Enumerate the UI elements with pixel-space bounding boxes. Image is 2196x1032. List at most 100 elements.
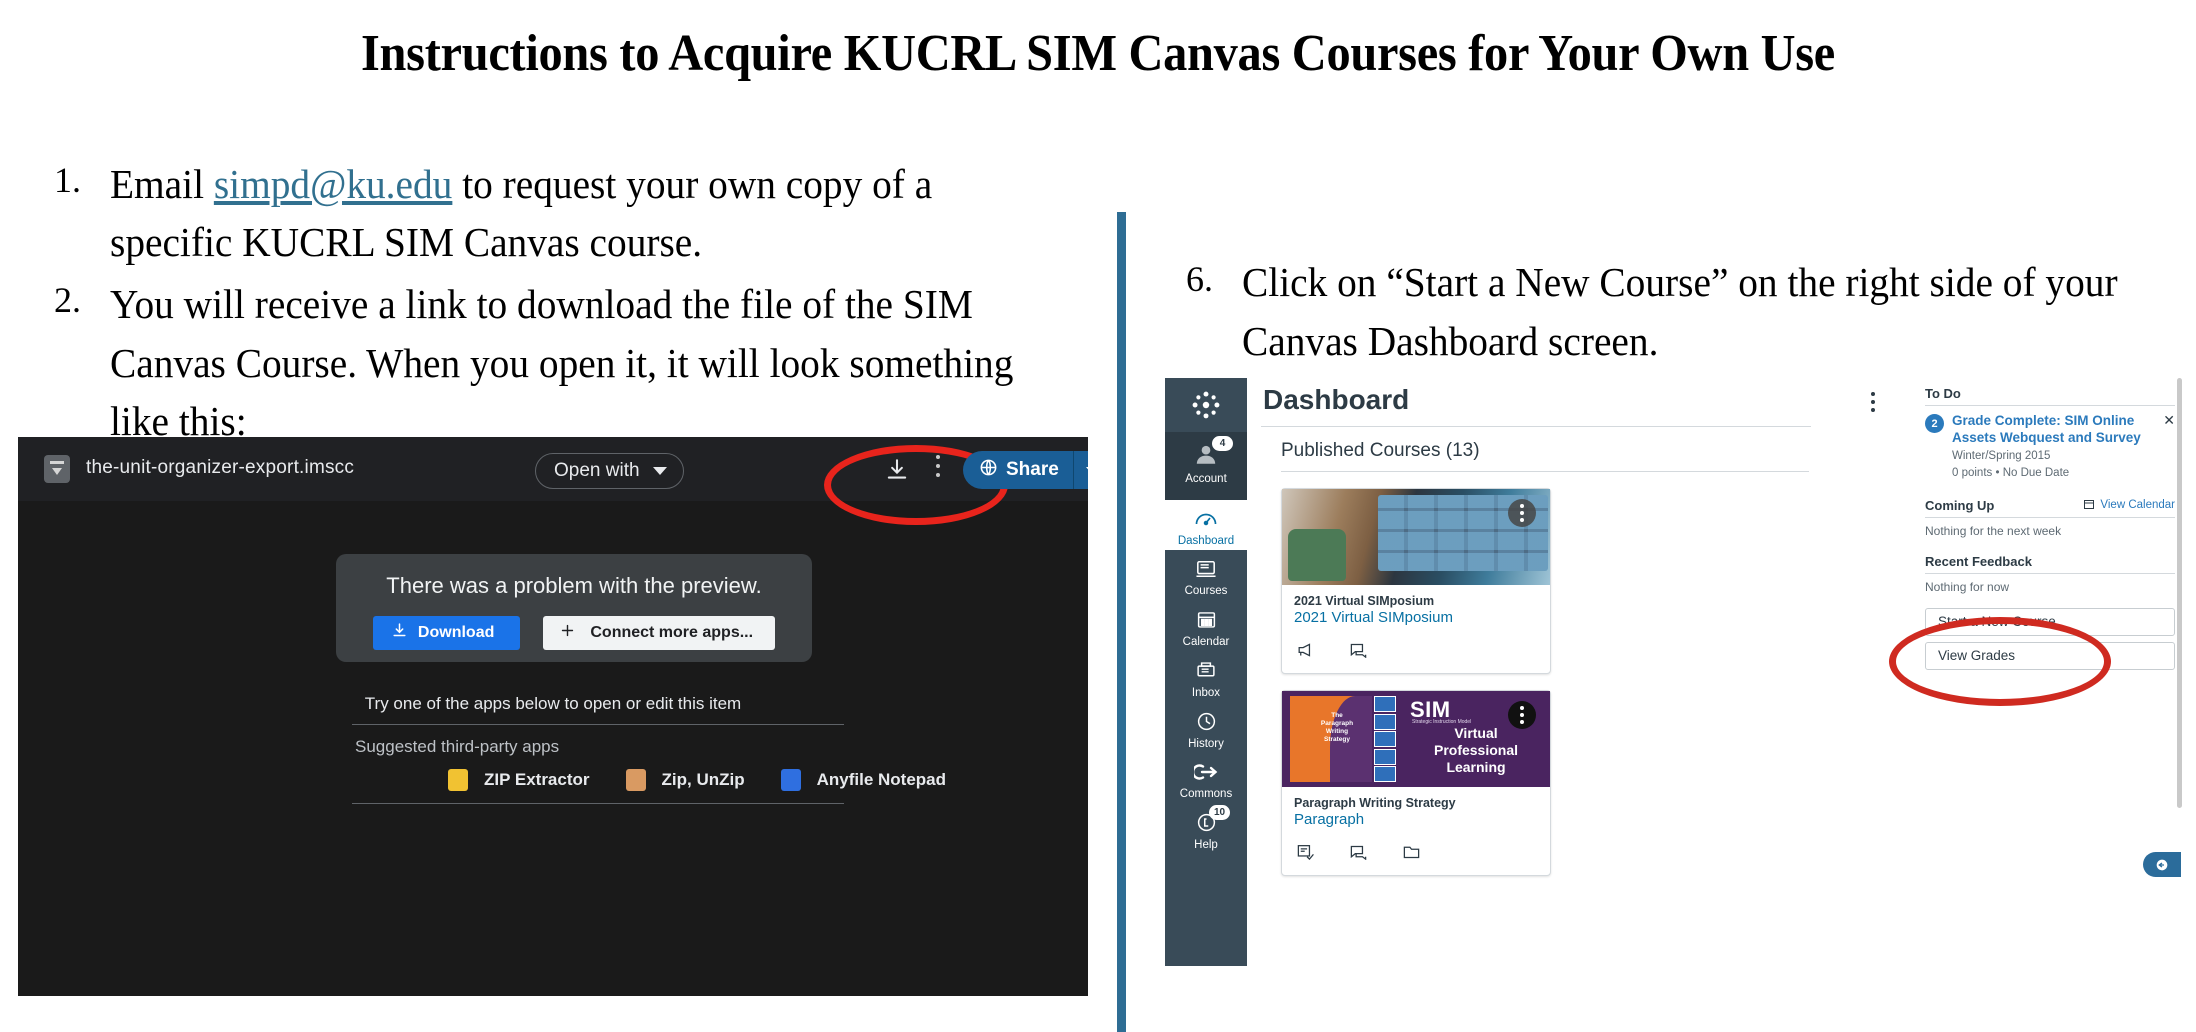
- calendar-icon: [1196, 612, 1217, 634]
- share-button[interactable]: Share: [963, 451, 1088, 489]
- drive-preview-body: There was a problem with the preview. Do…: [18, 501, 1088, 996]
- list-number: 6.: [1186, 259, 1213, 299]
- preview-problem-actions: Download Connect more apps...: [336, 616, 812, 650]
- anyfile-notepad-icon: [780, 769, 801, 791]
- commons-arrow-icon: [1191, 764, 1218, 786]
- list-item: 2. You will receive a link to download t…: [48, 275, 1078, 450]
- announcement-icon[interactable]: [1296, 642, 1315, 663]
- chevron-down-icon: [652, 467, 667, 475]
- todo-heading: To Do: [1925, 386, 1961, 401]
- course-card-term: 2021 Virtual SIMposium: [1294, 594, 1435, 608]
- course-card-body: 2021 Virtual SIMposium 2021 Virtual SIMp…: [1282, 585, 1550, 630]
- courses-icon: [1195, 560, 1217, 583]
- document-icon: [44, 455, 70, 483]
- coming-up-heading: Coming Up: [1925, 497, 1995, 513]
- zip-extractor-icon: [448, 769, 468, 791]
- close-icon[interactable]: ✕: [2163, 412, 2175, 429]
- course-card-name[interactable]: Paragraph: [1294, 811, 1538, 828]
- suggested-app-zip-extractor[interactable]: ZIP Extractor: [448, 769, 590, 791]
- sidebar-item-account[interactable]: 4 Account: [1165, 432, 1247, 500]
- todo-item-course: Winter/Spring 2015: [1952, 449, 2051, 462]
- suggested-app-label: ZIP Extractor: [484, 770, 590, 789]
- drive-filename: the-unit-organizer-export.imscc: [86, 457, 355, 478]
- coming-up-section: Coming Up View Calendar Nothing for the …: [1925, 498, 2175, 538]
- course-card-icons: [1282, 630, 1550, 673]
- download-button[interactable]: Download: [372, 616, 521, 650]
- course-card-term: Paragraph Writing Strategy: [1294, 796, 1456, 810]
- list-item: 1. Email simpd@ku.edu to request your ow…: [48, 155, 1078, 271]
- chevron-down-icon[interactable]: [1085, 466, 1088, 474]
- list-text: You will receive a link to download the …: [110, 281, 1014, 444]
- course-card[interactable]: The Paragraph Writing Strategy SIM Strategi…: [1281, 690, 1551, 876]
- suggested-app-label: Anyfile Notepad: [816, 770, 947, 789]
- annotation-ellipse-start-a-new-course: [1889, 617, 2111, 706]
- coming-up-note: Nothing for the next week: [1925, 523, 2062, 538]
- sidebar-item-label: Calendar: [1182, 636, 1230, 648]
- help-badge: 10: [1209, 805, 1230, 820]
- files-icon[interactable]: [1402, 844, 1421, 865]
- sidebar-item-help[interactable]: 10 Help: [1165, 803, 1247, 854]
- course-card[interactable]: 2021 Virtual SIMposium 2021 Virtual SIMp…: [1281, 488, 1551, 674]
- user-avatar-icon: [1193, 445, 1219, 471]
- course-card-name[interactable]: 2021 Virtual SIMposium: [1294, 609, 1538, 626]
- divider-line: [1925, 572, 2175, 574]
- suggested-app-label: Zip, UnZip: [661, 770, 745, 789]
- sidebar-item-label: Help: [1194, 839, 1218, 851]
- scrollbar[interactable]: [2177, 378, 2182, 808]
- account-badge: 4: [1212, 436, 1233, 451]
- preview-problem-card: There was a problem with the preview. Do…: [336, 554, 812, 662]
- google-drive-preview-screenshot: the-unit-organizer-export.imscc Open wit…: [18, 437, 1088, 996]
- sidebar-item-dashboard[interactable]: Dashboard: [1165, 500, 1247, 550]
- sidebar-item-label: Dashboard: [1177, 535, 1235, 547]
- globe-icon: [979, 458, 998, 483]
- connect-more-apps-button[interactable]: Connect more apps...: [543, 616, 776, 650]
- sidebar-item-commons[interactable]: Commons: [1165, 753, 1247, 803]
- page-title: Instructions to Acquire KUCRL SIM Canvas…: [361, 25, 1835, 82]
- open-with-label: Open with: [554, 460, 640, 481]
- divider-line: [1925, 405, 2175, 406]
- assignment-icon[interactable]: [1296, 844, 1315, 865]
- calendar-icon: [2083, 498, 2095, 513]
- sidebar-item-history[interactable]: History: [1165, 702, 1247, 753]
- divider-line: [1281, 471, 1809, 472]
- open-with-button[interactable]: Open with: [535, 453, 684, 489]
- share-label: Share: [1006, 459, 1059, 480]
- list-text: Email simpd@ku.edu to request your own c…: [110, 155, 1039, 271]
- sidebar-item-calendar[interactable]: Calendar: [1165, 600, 1247, 651]
- slide-canvas: Instructions to Acquire KUCRL SIM Canvas…: [0, 0, 2196, 1032]
- sidebar-item-label: History: [1188, 738, 1224, 750]
- course-card-icons: [1282, 832, 1550, 875]
- sim-virtual-professional-learning-banner: The Paragraph Writing Strategy SIM Strategi…: [1282, 691, 1550, 787]
- right-instruction-list: 6. Click on “Start a New Course” on the …: [1180, 253, 2170, 376]
- coming-up-header: Coming Up View Calendar: [1925, 498, 2175, 513]
- suggested-app-zip-unzip[interactable]: Zip, UnZip: [625, 769, 745, 791]
- view-calendar-link[interactable]: View Calendar: [2083, 498, 2175, 513]
- text-before-link: Email: [110, 161, 214, 207]
- sim-banner-lines: Virtual Professional Learning: [1433, 725, 1519, 776]
- course-card-options-icon[interactable]: [1508, 701, 1536, 729]
- list-item: 6. Click on “Start a New Course” on the …: [1180, 253, 2170, 372]
- recent-feedback-heading: Recent Feedback: [1925, 553, 2032, 569]
- discussion-icon[interactable]: [1349, 844, 1368, 865]
- course-card-options-icon[interactable]: [1508, 499, 1536, 527]
- canvas-logo-icon[interactable]: [1165, 378, 1247, 432]
- suggested-app-anyfile-notepad[interactable]: Anyfile Notepad: [780, 769, 947, 791]
- sidebar-item-inbox[interactable]: Inbox: [1165, 651, 1247, 702]
- sidebar-item-courses[interactable]: Courses: [1165, 550, 1247, 600]
- list-number: 2.: [54, 280, 81, 321]
- chat-bubble-icon[interactable]: [2143, 852, 2181, 877]
- list-number: 1.: [54, 160, 81, 200]
- canvas-global-nav: 4 Account Dashboard Courses Calendar Inb…: [1165, 378, 1247, 966]
- download-button-label: Download: [417, 624, 495, 641]
- discussion-icon[interactable]: [1349, 642, 1368, 663]
- canvas-main-content: Dashboard Published Courses (13) 2021 Vi…: [1257, 378, 1897, 876]
- left-instruction-list: 1. Email simpd@ku.edu to request your ow…: [48, 155, 1078, 454]
- preview-problem-message: There was a problem with the preview.: [386, 573, 762, 598]
- todo-item-title[interactable]: Grade Complete: SIM Online Assets Webque…: [1952, 412, 2157, 447]
- recent-feedback-note: Nothing for now: [1925, 579, 2010, 594]
- email-link[interactable]: simpd@ku.edu: [214, 161, 453, 207]
- help-icon: [1196, 813, 1217, 837]
- laptop-video-call-photo: [1282, 489, 1550, 585]
- dashboard-options-icon[interactable]: [1871, 392, 1875, 416]
- view-calendar-label: View Calendar: [2100, 499, 2175, 512]
